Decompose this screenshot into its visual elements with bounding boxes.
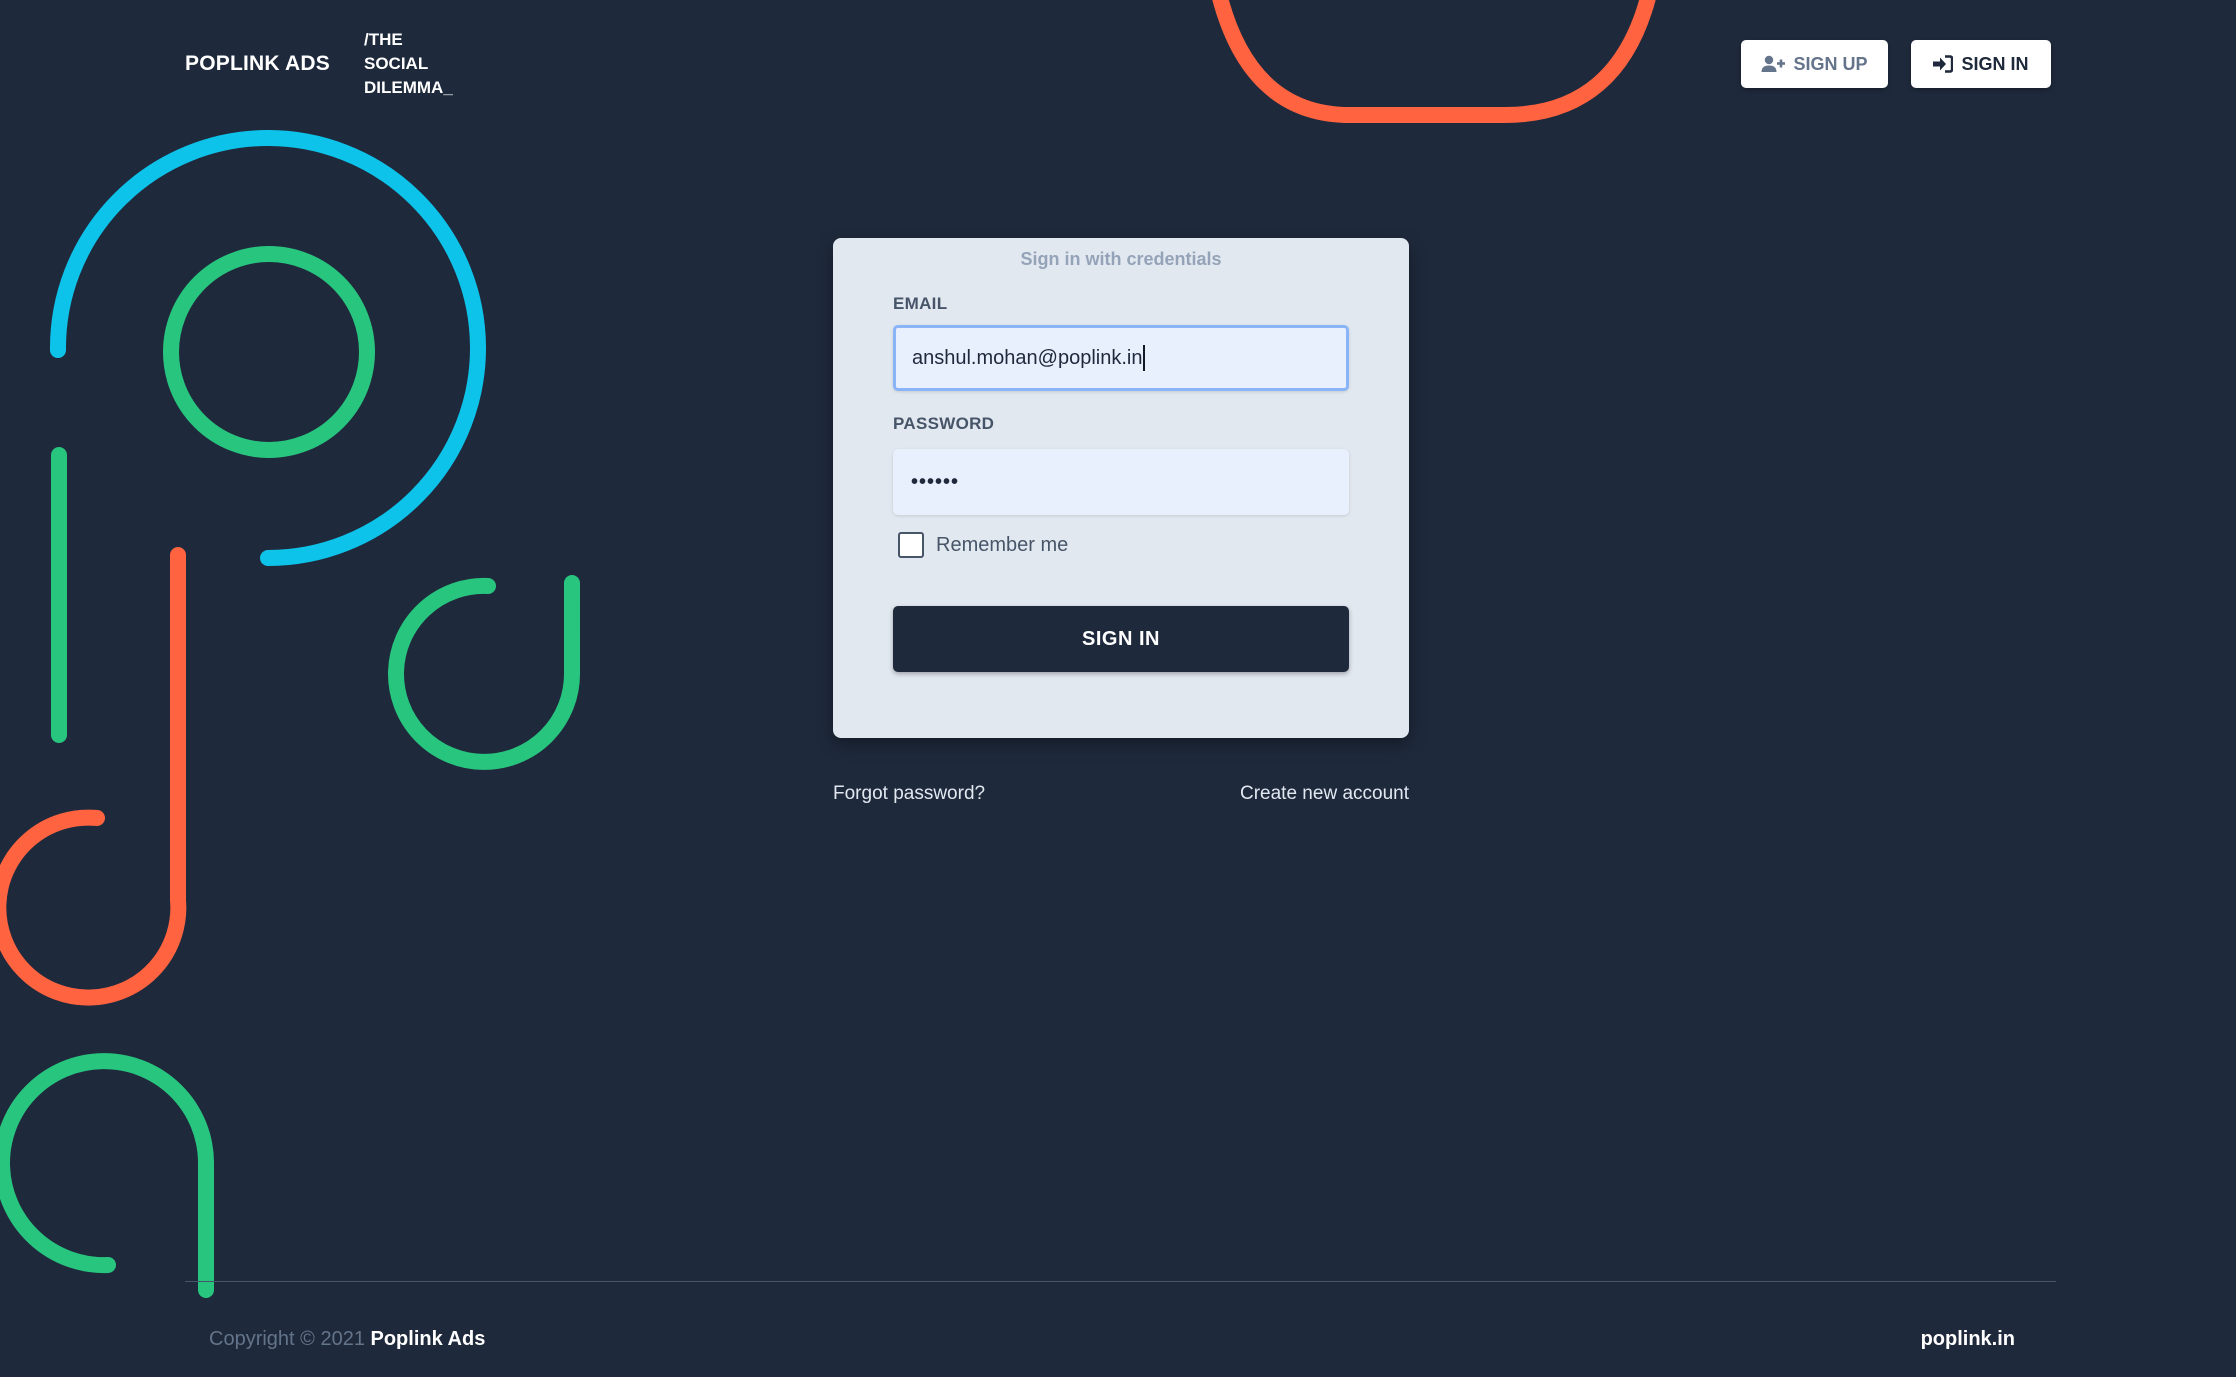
email-label: EMAIL bbox=[893, 294, 948, 313]
email-field[interactable]: anshul.mohan@poplink.in bbox=[893, 325, 1349, 391]
green-ring bbox=[163, 246, 375, 458]
tagline-line-3: DILEMMA_ bbox=[364, 78, 453, 97]
footer-company-link[interactable]: Poplink Ads bbox=[371, 1328, 486, 1350]
cyan-large-arc bbox=[49, 130, 486, 566]
copyright-text: Copyright © 2021 bbox=[209, 1328, 365, 1350]
sign-in-header-button[interactable]: SIGN IN bbox=[1911, 40, 2051, 88]
password-value: •••••• bbox=[911, 470, 960, 493]
user-plus-icon bbox=[1761, 55, 1786, 73]
create-account-link[interactable]: Create new account bbox=[1240, 783, 1409, 805]
sign-in-icon bbox=[1933, 55, 1954, 73]
orange-hook bbox=[0, 547, 187, 1006]
tagline-line-2: SOCIAL bbox=[364, 54, 429, 73]
footer-site-link[interactable]: poplink.in bbox=[1921, 1328, 2015, 1351]
brand-logo-text[interactable]: POPLINK ADS bbox=[185, 52, 330, 76]
remember-me-row[interactable]: Remember me bbox=[898, 532, 1068, 558]
sign-in-submit-button[interactable]: SIGN IN bbox=[893, 606, 1349, 672]
email-value: anshul.mohan@poplink.in bbox=[912, 346, 1143, 369]
password-label: PASSWORD bbox=[893, 414, 995, 433]
password-field[interactable]: •••••• bbox=[893, 449, 1349, 515]
remember-me-label[interactable]: Remember me bbox=[936, 534, 1068, 557]
tagline-line-1: /THE bbox=[364, 30, 403, 49]
sign-up-label: SIGN UP bbox=[1793, 53, 1868, 74]
text-caret bbox=[1143, 345, 1146, 371]
login-card-title: Sign in with credentials bbox=[1020, 249, 1222, 269]
login-card: Sign in with credentials EMAIL anshul.mo… bbox=[833, 238, 1409, 738]
footer-divider bbox=[185, 1281, 2056, 1282]
sign-in-header-label: SIGN IN bbox=[1961, 53, 2029, 74]
forgot-password-link[interactable]: Forgot password? bbox=[833, 783, 985, 805]
orange-top-arc bbox=[1212, 0, 1656, 123]
green-bottom-arc bbox=[0, 1053, 214, 1298]
sign-up-button[interactable]: SIGN UP bbox=[1741, 40, 1888, 88]
remember-me-checkbox[interactable] bbox=[898, 532, 924, 558]
brand-tagline: /THE SOCIAL DILEMMA_ bbox=[364, 28, 453, 100]
footer-copyright: Copyright © 2021 Poplink Ads bbox=[209, 1328, 485, 1351]
green-small-arc bbox=[388, 575, 581, 770]
